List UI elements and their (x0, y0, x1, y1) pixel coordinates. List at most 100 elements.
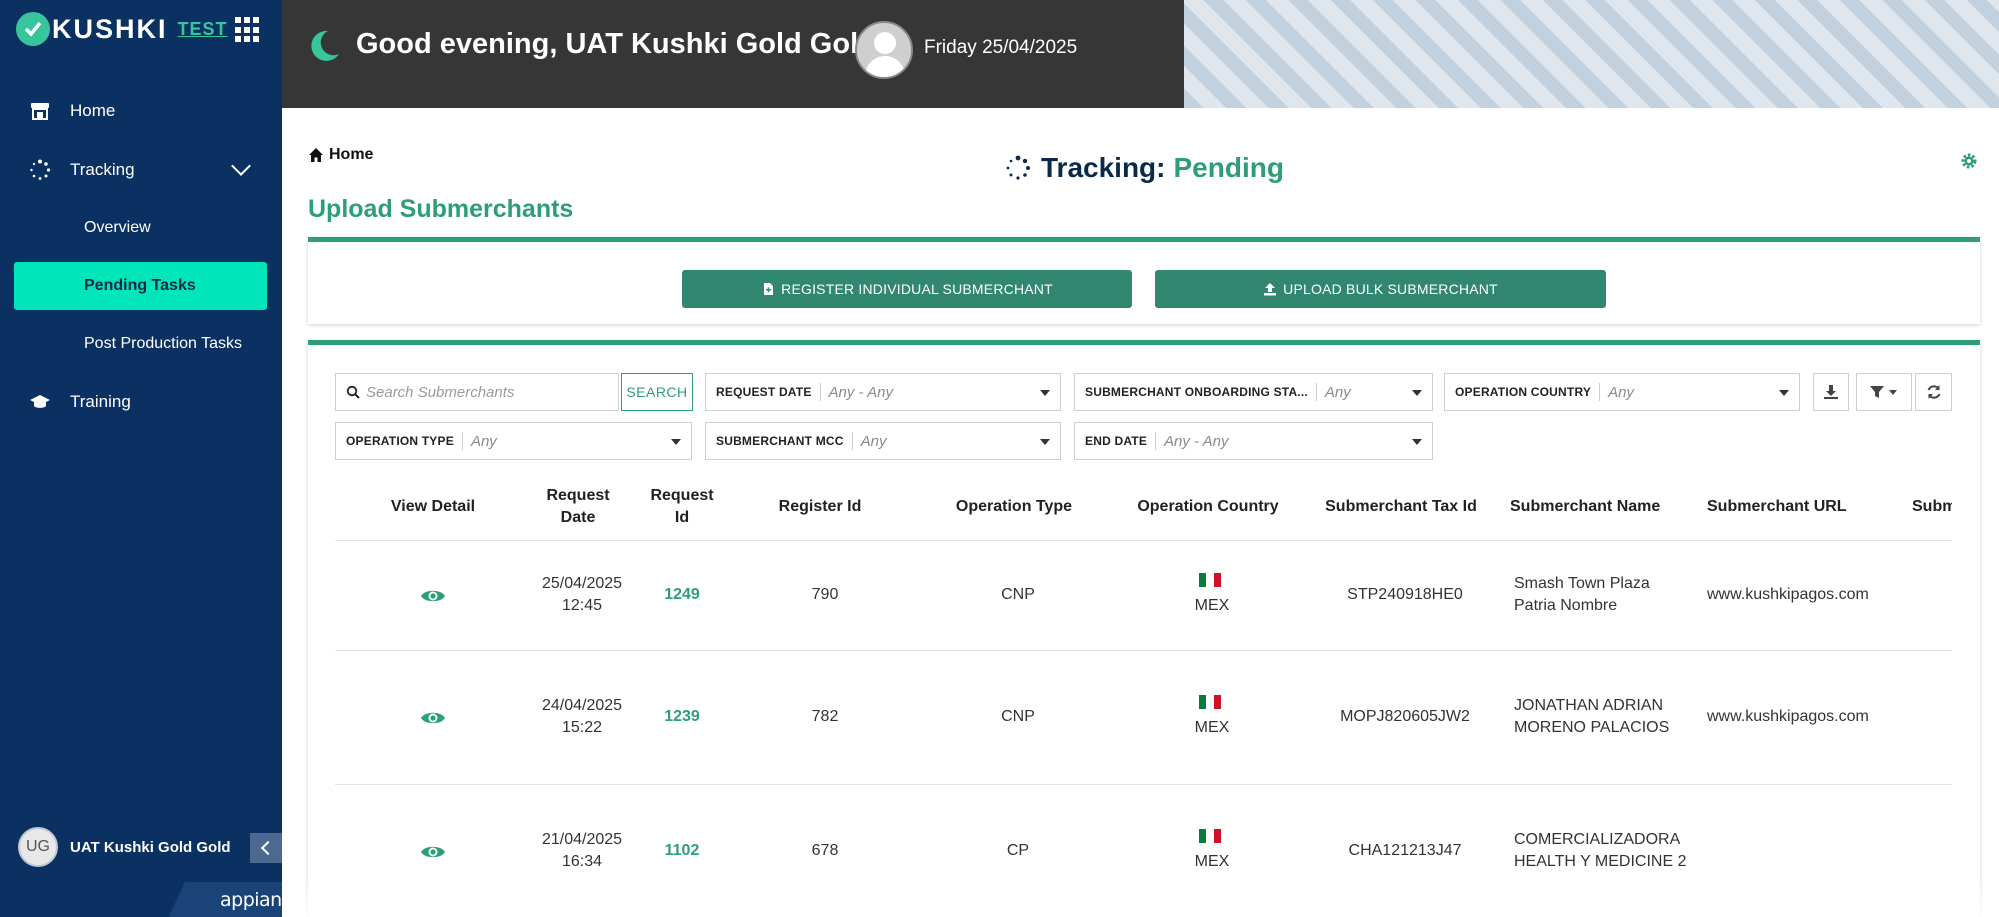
breadcrumb-label: Home (329, 146, 374, 163)
search-button[interactable]: SEARCH (621, 373, 693, 411)
search-field[interactable] (335, 373, 619, 411)
spinner-icon (28, 158, 52, 182)
column-header-request-date[interactable]: Request Date (528, 485, 628, 529)
filter-menu-button[interactable] (1856, 373, 1912, 411)
cell-line: 16:34 (561, 853, 603, 870)
register-submerchant-button[interactable]: REGISTER INDIVIDUAL SUBMERCHANT (682, 270, 1132, 308)
submerchant-name-cell: JONATHAN ADRIAN MORENO PALACIOS (1514, 695, 1704, 739)
sidebar-item-post-production-tasks[interactable]: Post Production Tasks (14, 320, 267, 368)
register-id-cell: 678 (811, 842, 839, 859)
caret-down-icon (1040, 390, 1050, 396)
end-date-filter[interactable]: END DATE Any - Any (1074, 422, 1433, 460)
kushki-check-icon (16, 12, 50, 46)
column-header-url[interactable]: Submerchant URL (1707, 496, 1867, 518)
operation-type-filter[interactable]: OPERATION TYPE Any (335, 422, 692, 460)
column-header-operation-type[interactable]: Operation Type (938, 496, 1090, 518)
chevron-left-icon (260, 840, 276, 856)
register-id-cell: 790 (811, 586, 839, 603)
breadcrumb[interactable]: Home (308, 146, 373, 164)
operation-country-filter[interactable]: OPERATION COUNTRY Any (1444, 373, 1800, 411)
mexico-flag-icon (1199, 695, 1221, 709)
avatar: UG (18, 827, 58, 867)
submerchant-url-cell: www.kushkipagos.com (1707, 708, 1869, 725)
filter-label: SUBMERCHANT MCC (716, 434, 844, 448)
row-divider (335, 784, 1952, 785)
column-header-register-id[interactable]: Register Id (750, 496, 890, 518)
cell-line: 12:45 (561, 597, 603, 614)
cell-line: JONATHAN ADRIAN (1514, 697, 1664, 714)
app-grid-icon[interactable] (235, 17, 261, 43)
tax-id-cell: STP240918HE0 (1347, 586, 1463, 603)
header-line: Date (560, 509, 596, 526)
appian-logo: appian (220, 889, 282, 911)
graduation-cap-icon (28, 390, 52, 414)
row-divider (335, 540, 1952, 541)
caret-down-icon (1412, 390, 1422, 396)
operation-country-cell: MEX (1194, 853, 1230, 870)
request-id-link[interactable]: 1102 (642, 840, 722, 862)
submerchant-mcc-filter[interactable]: SUBMERCHANT MCC Any (705, 422, 1061, 460)
column-header-request-id[interactable]: Request Id (640, 485, 724, 529)
brand-logo[interactable]: KUSHKI TEST (16, 12, 228, 46)
cell-line: HEALTH Y MEDICINE 2 (1514, 853, 1687, 870)
filter-value: Any (470, 432, 497, 450)
request-date-filter[interactable]: REQUEST DATE Any - Any (705, 373, 1061, 411)
refresh-button[interactable] (1915, 373, 1952, 411)
eye-icon[interactable] (420, 587, 446, 605)
eye-icon[interactable] (420, 709, 446, 727)
request-date-cell: 21/04/2025 16:34 (522, 829, 642, 873)
actions-card: REGISTER INDIVIDUAL SUBMERCHANT UPLOAD B… (308, 237, 1980, 324)
upload-bulk-button[interactable]: UPLOAD BULK SUBMERCHANT (1155, 270, 1606, 308)
user-profile[interactable]: UG UAT Kushki Gold Gold (18, 827, 231, 867)
filter-label: OPERATION COUNTRY (1455, 385, 1592, 399)
caret-down-icon (1412, 439, 1422, 445)
chevron-down-icon[interactable] (231, 156, 251, 176)
filter-icon (1870, 386, 1897, 398)
sidebar-item-home[interactable]: Home (0, 86, 282, 136)
sidebar-item-label: Overview (84, 219, 151, 236)
request-id-link[interactable]: 1249 (642, 584, 722, 606)
greeting-text: Good evening, UAT Kushki Gold Gold (356, 28, 876, 60)
collapse-sidebar-button[interactable] (250, 833, 282, 863)
column-header-tax-id[interactable]: Submerchant Tax Id (1320, 496, 1482, 518)
file-icon (764, 283, 774, 295)
header-pattern (1184, 0, 1999, 108)
header-line: Request (546, 487, 610, 504)
mexico-flag-icon (1199, 573, 1221, 587)
brand-env-link[interactable]: TEST (178, 19, 228, 40)
user-name: UAT Kushki Gold Gold (70, 838, 231, 856)
eye-icon[interactable] (420, 843, 446, 861)
column-header-name[interactable]: Submerchant Name (1510, 496, 1670, 518)
submerchant-url-cell: www.kushkipagos.com (1707, 586, 1869, 603)
sidebar-item-pending-tasks[interactable]: Pending Tasks (14, 262, 267, 310)
download-button[interactable] (1813, 373, 1849, 411)
sidebar-item-overview[interactable]: Overview (14, 204, 267, 252)
page-title: Tracking: Pending (1005, 152, 1284, 184)
onboarding-status-filter[interactable]: SUBMERCHANT ONBOARDING STA... Any (1074, 373, 1433, 411)
sidebar-item-training[interactable]: Training (0, 377, 282, 427)
filter-value: Any (1324, 383, 1351, 401)
tax-id-cell: MOPJ820605JW2 (1340, 708, 1470, 725)
column-header-operation-country[interactable]: Operation Country (1130, 496, 1286, 518)
page-title-status: Pending (1173, 152, 1284, 183)
operation-type-cell: CNP (1001, 586, 1035, 603)
request-id-link[interactable]: 1239 (642, 706, 722, 728)
column-header-next[interactable]: Subm (1912, 496, 1952, 518)
refresh-icon (1927, 385, 1940, 399)
header-line: Request (650, 487, 714, 504)
cell-line: COMERCIALIZADORA (1514, 831, 1681, 848)
sidebar-item-label: Tracking (70, 160, 135, 179)
section-title: Upload Submerchants (308, 195, 574, 223)
profile-avatar[interactable] (855, 21, 913, 79)
filter-value: Any - Any (1164, 432, 1229, 450)
mexico-flag-icon (1199, 829, 1221, 843)
cell-line: Smash Town Plaza (1514, 575, 1650, 592)
sidebar-item-label: Training (70, 392, 131, 411)
gear-icon[interactable] (1960, 152, 1978, 170)
caret-down-icon (671, 439, 681, 445)
sidebar-item-label: Post Production Tasks (84, 335, 243, 352)
sidebar-item-tracking[interactable]: Tracking (0, 145, 282, 195)
submerchant-name-cell: COMERCIALIZADORA HEALTH Y MEDICINE 2 (1514, 829, 1704, 873)
search-input[interactable] (366, 383, 616, 401)
row-divider (335, 650, 1952, 651)
